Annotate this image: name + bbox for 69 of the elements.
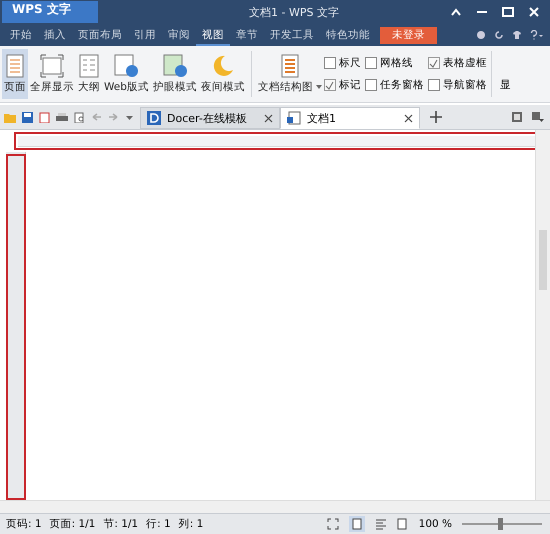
document-map-button[interactable]: 文档结构图 — [256, 49, 324, 99]
status-text: 列: 1 — [178, 517, 204, 531]
layout-icon[interactable] — [532, 112, 544, 122]
checkbox[interactable]: 任务窗格 — [364, 78, 424, 92]
view-button[interactable]: Web版式 — [102, 49, 151, 99]
document-tab[interactable]: 文档1 — [280, 107, 420, 129]
caret-icon — [316, 85, 322, 89]
align-icon[interactable] — [374, 518, 387, 530]
eye-care-icon — [162, 54, 187, 78]
menu-tab[interactable]: 开始 — [4, 24, 38, 46]
view-button[interactable]: 护眼模式 — [150, 49, 199, 99]
checkbox-box[interactable] — [364, 79, 377, 91]
view-button[interactable]: 页面 — [2, 49, 28, 99]
document-map-label: 文档结构图 — [258, 80, 313, 94]
d-logo-icon — [147, 111, 161, 125]
checkbox[interactable]: 网格线 — [364, 56, 424, 70]
checkbox[interactable]: 标记 — [324, 78, 361, 92]
checkbox-box[interactable] — [364, 57, 377, 69]
zoom-reading: 100 % — [418, 518, 452, 530]
document-map-icon — [280, 54, 299, 78]
view-button[interactable]: 大纲 — [76, 49, 102, 99]
checkbox[interactable]: 标尺 — [324, 56, 361, 70]
preview-icon[interactable] — [74, 112, 85, 122]
login-button[interactable]: 未登录 — [380, 26, 437, 44]
fullscreen-icon — [40, 54, 64, 78]
view-button[interactable]: 夜间模式 — [198, 49, 247, 99]
close-icon[interactable] — [404, 114, 413, 122]
fullscreen-icon[interactable] — [326, 518, 339, 530]
horizontal-scrollbar[interactable] — [0, 500, 550, 513]
reading-icon[interactable] — [396, 518, 409, 530]
maximize-icon[interactable] — [502, 7, 514, 17]
checkbox-box[interactable] — [324, 79, 336, 91]
window-title: 文档1 - WPS 文字 — [248, 4, 340, 20]
page-view-icon[interactable] — [348, 516, 365, 532]
menu-tab[interactable]: 引用 — [128, 24, 162, 46]
view-button[interactable]: 全屏显示 — [28, 49, 76, 99]
refresh-icon[interactable] — [494, 30, 504, 40]
checkbox-box[interactable] — [428, 57, 440, 69]
outline-icon — [79, 54, 99, 78]
status-text: 页码: 1 — [6, 517, 42, 531]
document-tab[interactable]: Docer-在线模板 — [140, 107, 280, 129]
page-icon — [6, 54, 24, 78]
display-button[interactable]: 显 — [500, 78, 511, 92]
status-text: 页面: 1/1 — [50, 517, 96, 531]
status-text: 行: 1 — [146, 517, 171, 531]
window-icon[interactable] — [512, 112, 522, 122]
add-tab-icon[interactable] — [430, 111, 442, 123]
menu-tab[interactable]: 审阅 — [162, 24, 196, 46]
menu-tab[interactable]: 特色功能 — [320, 24, 376, 46]
shirt-icon[interactable] — [512, 30, 522, 40]
menu-tab[interactable]: 页面布局 — [72, 24, 128, 46]
help-icon[interactable] — [530, 30, 544, 40]
checkbox-box[interactable] — [324, 57, 336, 69]
status-text: 节: 1/1 — [103, 517, 138, 531]
circle-icon[interactable] — [476, 30, 486, 40]
web-layout-icon — [114, 54, 138, 78]
vertical-scrollbar[interactable] — [535, 130, 550, 500]
print-icon[interactable] — [56, 112, 68, 122]
checkbox[interactable]: 表格虚框 — [428, 56, 487, 70]
close-icon[interactable] — [264, 114, 273, 122]
checkbox-box[interactable] — [428, 79, 440, 91]
app-menu-button[interactable]: WPS 文字 — [2, 1, 98, 23]
document-icon — [287, 111, 301, 125]
save-icon[interactable] — [22, 112, 33, 122]
collapse-icon[interactable] — [450, 7, 462, 17]
menu-tab[interactable]: 开发工具 — [264, 24, 320, 46]
menu-tab[interactable]: 章节 — [230, 24, 264, 46]
menu-tab[interactable]: 插入 — [38, 24, 72, 46]
checkbox[interactable]: 导航窗格 — [428, 78, 487, 92]
